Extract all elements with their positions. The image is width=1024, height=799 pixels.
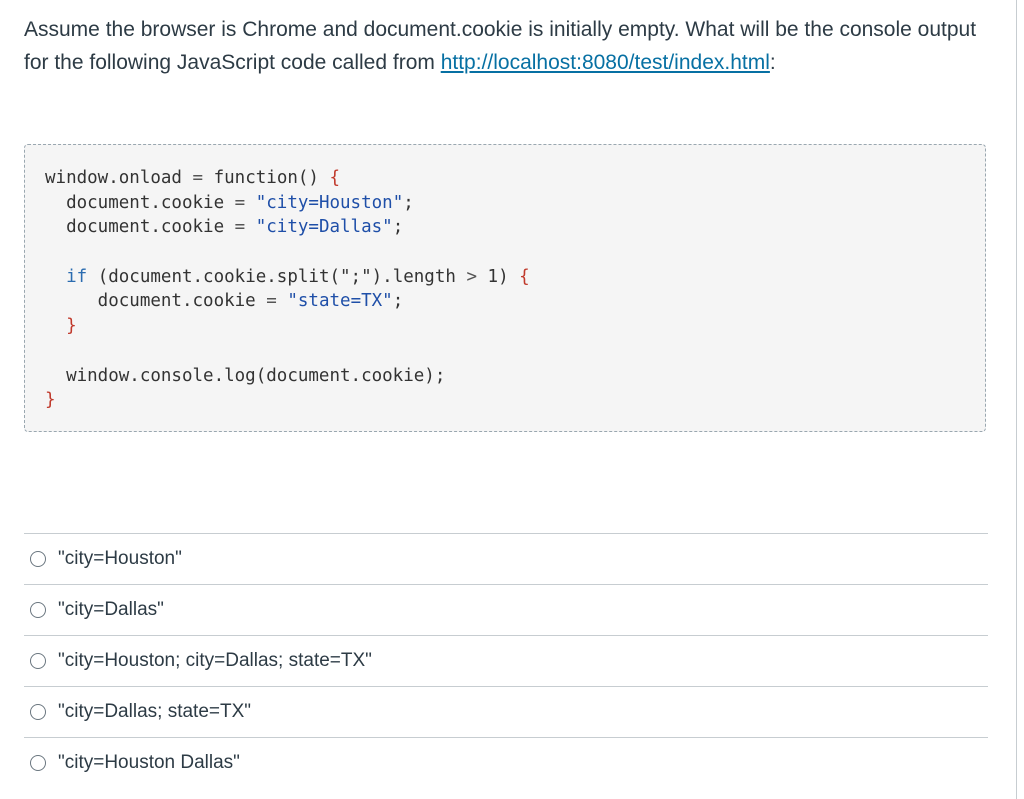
answer-option[interactable]: "city=Dallas" <box>24 584 988 635</box>
answer-label[interactable]: "city=Houston" <box>58 546 182 572</box>
code-line-3: document.cookie = "city=Dallas"; <box>45 215 530 240</box>
code-text: window.console.log(document.cookie); <box>45 365 446 386</box>
code-operator: = <box>234 217 246 238</box>
code-operator: = <box>234 192 246 213</box>
answer-label[interactable]: "city=Dallas; state=TX" <box>58 699 251 725</box>
code-text: ; <box>392 217 404 238</box>
code-line-4-empty <box>45 240 530 265</box>
code-text: function() <box>203 168 330 188</box>
question-link[interactable]: http://localhost:8080/test/index.html <box>441 51 770 74</box>
code-line-10: } <box>45 388 530 413</box>
radio-button[interactable] <box>30 704 46 720</box>
question-text: Assume the browser is Chrome and documen… <box>24 13 994 79</box>
code-text: ; <box>403 192 414 213</box>
code-string: "state=TX" <box>276 291 393 312</box>
code-string: "city=Houston" <box>245 192 404 213</box>
code-text: document.cookie <box>45 217 235 238</box>
code-brace: } <box>45 316 77 337</box>
code-brace: { <box>519 266 530 287</box>
answer-option[interactable]: "city=Houston" <box>24 533 988 584</box>
code-line-6: document.cookie = "state=TX"; <box>45 289 530 314</box>
code-text: ; <box>392 291 404 312</box>
code-text: document.cookie <box>45 291 267 312</box>
radio-button[interactable] <box>30 551 46 567</box>
radio-button[interactable] <box>30 755 46 771</box>
code-text: window.onload <box>45 168 193 188</box>
code-operator: = <box>266 291 277 312</box>
code-line-9: window.console.log(document.cookie); <box>45 364 530 389</box>
radio-button[interactable] <box>30 602 46 618</box>
answer-label[interactable]: "city=Dallas" <box>58 597 164 623</box>
code-content: window.onload = function() { document.co… <box>45 166 530 413</box>
code-line-5: if (document.cookie.split(";").length > … <box>45 265 530 290</box>
answer-label[interactable]: "city=Houston Dallas" <box>58 750 240 776</box>
code-brace: { <box>329 168 341 188</box>
code-line-7: } <box>45 314 530 339</box>
code-text: (document.cookie.split(";").length <box>87 266 467 287</box>
radio-button[interactable] <box>30 653 46 669</box>
code-brace: } <box>45 390 56 411</box>
code-operator: = <box>192 168 204 188</box>
code-text: 1) <box>477 266 520 287</box>
code-string: "city=Dallas" <box>245 217 393 238</box>
answer-option[interactable]: "city=Houston Dallas" <box>24 737 988 788</box>
code-line-2: document.cookie = "city=Houston"; <box>45 191 530 216</box>
code-line-1: window.onload = function() { <box>45 166 530 191</box>
code-line-8-empty <box>45 339 530 364</box>
answer-option[interactable]: "city=Dallas; state=TX" <box>24 686 988 737</box>
page-divider <box>1016 0 1017 799</box>
answer-label[interactable]: "city=Houston; city=Dallas; state=TX" <box>58 648 372 674</box>
code-block: window.onload = function() { document.co… <box>24 144 986 432</box>
answer-list: "city=Houston" "city=Dallas" "city=Houst… <box>24 533 988 788</box>
code-keyword: if <box>45 266 88 287</box>
answer-option[interactable]: "city=Houston; city=Dallas; state=TX" <box>24 635 988 686</box>
code-text: document.cookie <box>45 192 235 213</box>
code-operator: > <box>466 266 477 287</box>
quiz-page: Assume the browser is Chrome and documen… <box>0 0 1024 799</box>
question-suffix: : <box>769 51 776 74</box>
